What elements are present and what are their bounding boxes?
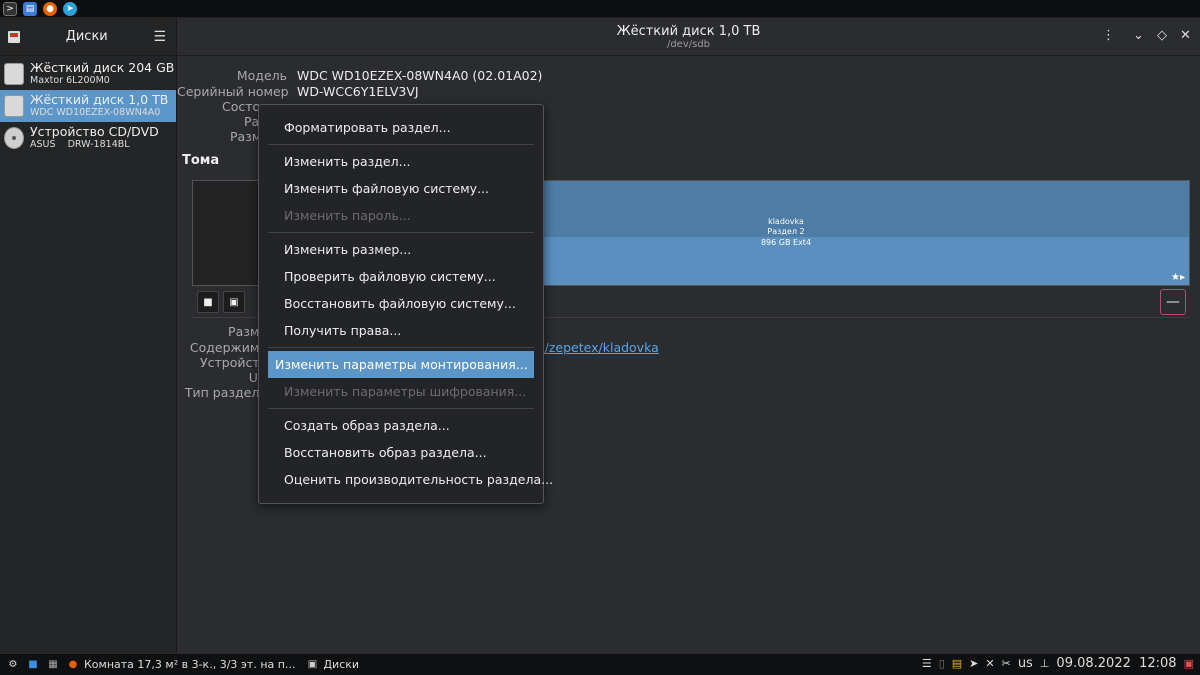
menu-item-check-filesystem[interactable]: Проверить файловую систему... xyxy=(268,263,534,290)
volumes-heading: Тома xyxy=(182,153,220,168)
serial-value: WD-WCC6Y1ELV3VJ xyxy=(297,84,419,99)
network-icon[interactable]: ⊥ xyxy=(1040,657,1050,670)
firefox-icon[interactable]: ● xyxy=(43,1,57,16)
menu-item-edit-encryption-options: Изменить параметры шифрования... xyxy=(284,384,527,399)
task-disks[interactable]: ▣ Диски xyxy=(305,658,359,672)
more-options-icon[interactable]: ⋮ xyxy=(1102,28,1115,43)
delete-partition-button[interactable]: — xyxy=(1160,289,1186,315)
sidebar-item-cd-dvd[interactable]: Устройство CD/DVD ASUS DRW-1814BL xyxy=(0,122,176,154)
serial-label: Серийный номер xyxy=(177,84,289,99)
close-icon[interactable]: ✕ xyxy=(1180,28,1191,43)
menu-item-change-passphrase: Изменить пароль... xyxy=(284,208,411,223)
file-manager-icon[interactable]: ▤ xyxy=(23,1,37,16)
menu-item-edit-filesystem[interactable]: Изменить файловую систему... xyxy=(268,175,534,202)
stop-icon: ■ xyxy=(203,296,213,308)
folder-icon[interactable]: ■ xyxy=(26,658,40,672)
menu-item-create-image[interactable]: Создать образ раздела... xyxy=(268,412,534,439)
telegram-icon[interactable]: ➤ xyxy=(63,1,77,16)
task-disks-title: Диски xyxy=(323,658,360,671)
system-tray: ☰ ▯ ▤ ➤ ✕ ✂ us ⊥ 09.08.2022 12:08 ▣ xyxy=(922,656,1194,671)
menu-separator xyxy=(268,232,534,233)
trash-icon[interactable]: ▯ xyxy=(939,657,945,670)
terminal-icon[interactable]: > xyxy=(3,1,17,16)
app-launcher-icon[interactable]: ⚙ xyxy=(6,658,20,672)
maximize-icon[interactable]: ◇ xyxy=(1157,28,1167,43)
partition-type-label: Тип раздела xyxy=(184,385,267,400)
serial-row: Серийный номер WD-WCC6Y1ELV3VJ xyxy=(177,84,1177,100)
model-label: Модель xyxy=(236,68,287,83)
device-label: Устройств xyxy=(200,355,267,370)
cut-icon[interactable]: ✂ xyxy=(1002,657,1011,670)
disk-name: Устройство CD/DVD xyxy=(30,124,159,140)
page-title: Жёсткий диск 1,0 TB xyxy=(616,24,761,39)
taskbar: ⚙ ■ ▦ ● Комната 17,3 м² в 3-к., 3/3 эт. … xyxy=(0,653,1200,675)
desktop-pager-icon[interactable]: ▦ xyxy=(46,658,60,672)
mute-icon[interactable]: ✕ xyxy=(985,657,994,670)
device-path: /dev/sdb xyxy=(666,39,711,50)
firefox-icon: ● xyxy=(68,659,78,670)
menu-item-restore-image[interactable]: Восстановить образ раздела... xyxy=(268,439,534,466)
menu-item-benchmark[interactable]: Оценить производительность раздела... xyxy=(268,466,553,493)
menu-item-format-partition[interactable]: Форматировать раздел... xyxy=(268,114,534,141)
disks-window: Диски ☰ Жёсткий диск 204 GB Maxtor 6L200… xyxy=(0,18,1200,653)
clipboard-icon[interactable]: ▤ xyxy=(952,657,962,670)
minimize-icon[interactable]: ⌄ xyxy=(1133,28,1144,43)
keyboard-layout[interactable]: us xyxy=(1018,656,1033,671)
disk-name: Жёсткий диск 1,0 TB xyxy=(30,92,169,108)
menu-separator xyxy=(268,408,534,409)
sidebar-item-disk-1tb[interactable]: Жёсткий диск 1,0 TB WDC WD10EZEX-08WN4A0 xyxy=(0,90,176,122)
menu-item-take-ownership[interactable]: Получить права... xyxy=(268,317,534,344)
partition-options-button[interactable]: ▣ xyxy=(223,291,245,313)
menu-item-resize[interactable]: Изменить размер... xyxy=(268,236,534,263)
top-launcher-bar: > ▤ ● ➤ xyxy=(0,0,1200,18)
disks-app-icon: ▣ xyxy=(307,659,318,670)
task-browser-title: Комната 17,3 м² в 3-к., 3/3 эт. на п... xyxy=(84,658,296,671)
menu-separator xyxy=(268,144,534,145)
hard-disk-icon xyxy=(4,63,24,85)
disk-name: Жёсткий диск 204 GB xyxy=(30,60,175,76)
stop-button[interactable]: ■ xyxy=(197,291,219,313)
app-menu-icon[interactable] xyxy=(8,30,20,43)
menu-separator xyxy=(268,347,534,348)
optical-disc-icon xyxy=(4,127,24,149)
hamburger-icon[interactable]: ☰ xyxy=(153,29,166,45)
menu-item-edit-partition[interactable]: Изменить раздел... xyxy=(268,148,534,175)
partition-size-label: Разме xyxy=(228,324,267,339)
hard-disk-icon xyxy=(4,95,24,117)
task-browser[interactable]: ● Комната 17,3 м² в 3-к., 3/3 эт. на п..… xyxy=(66,658,296,672)
clock[interactable]: 09.08.2022 12:08 xyxy=(1056,656,1176,671)
model-value: WDC WD10EZEX-08WN4A0 (02.01A02) xyxy=(297,68,543,83)
sidebar-title: Диски xyxy=(65,29,108,44)
main-header: Жёсткий диск 1,0 TB /dev/sdb ⋮ ⌄ ◇ ✕ xyxy=(177,18,1200,56)
disk-model: Maxtor 6L200M0 xyxy=(30,74,110,86)
sidebar-header: Диски ☰ xyxy=(0,18,176,56)
mounted-star-icon: ★▸ xyxy=(1171,272,1185,283)
sidebar-item-disk-204gb[interactable]: Жёсткий диск 204 GB Maxtor 6L200M0 xyxy=(0,58,176,90)
menu-item-repair-filesystem[interactable]: Восстановить файловую систему... xyxy=(268,290,534,317)
partition-context-menu: Форматировать раздел... Изменить раздел.… xyxy=(258,104,553,504)
contents-label: Содержимо xyxy=(189,340,267,355)
disk-model: WDC WD10EZEX-08WN4A0 xyxy=(30,106,161,118)
minus-icon: — xyxy=(1166,294,1180,310)
notifications-icon[interactable]: ▣ xyxy=(1184,657,1194,670)
sidebar: Диски ☰ Жёсткий диск 204 GB Maxtor 6L200… xyxy=(0,18,177,653)
telegram-tray-icon[interactable]: ➤ xyxy=(969,657,978,670)
model-row: Модель WDC WD10EZEX-08WN4A0 (02.01A02) xyxy=(177,68,1177,84)
uuid-label: UU xyxy=(177,370,267,385)
menu-item-edit-mount-options[interactable]: Изменить параметры монтирования... xyxy=(268,351,534,378)
disk-model: ASUS DRW-1814BL xyxy=(30,138,130,150)
mount-point-link[interactable]: a/zepetex/kladovka xyxy=(537,340,659,355)
list-icon[interactable]: ☰ xyxy=(922,657,932,670)
gear-menu-icon: ▣ xyxy=(229,296,239,308)
